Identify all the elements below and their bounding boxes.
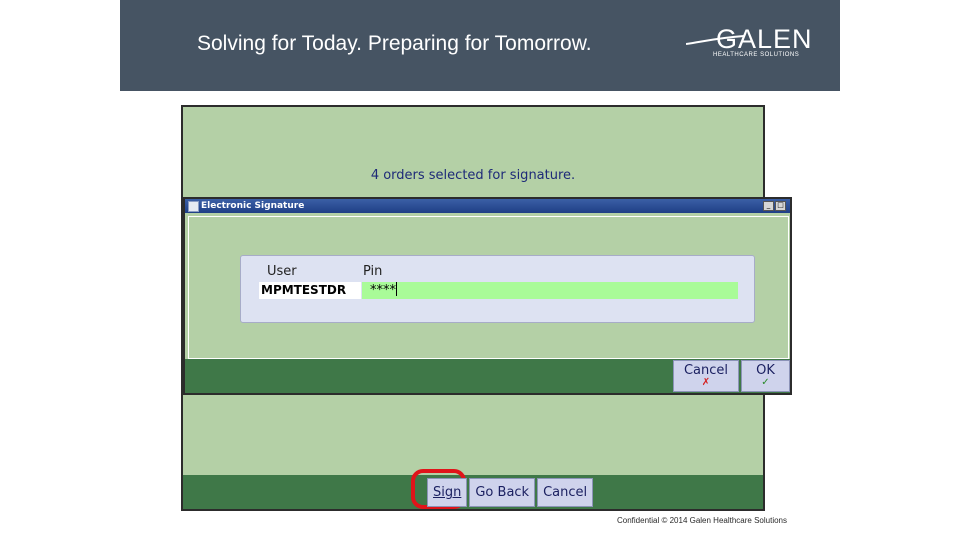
dialog-ok-label: OK	[756, 363, 775, 378]
slide-header: Solving for Today. Preparing for Tomorro…	[120, 0, 840, 91]
confidential-footer: Confidential © 2014 Galen Healthcare Sol…	[617, 516, 787, 525]
orders-selected-message: 4 orders selected for signature.	[370, 168, 576, 183]
dialog-title-bar[interactable]: Electronic Signature _ □	[185, 199, 790, 213]
dialog-cancel-button[interactable]: Cancel ✗	[673, 360, 739, 392]
electronic-signature-dialog: Electronic Signature _ □ User Pin MPMTES…	[183, 197, 792, 395]
app-icon	[188, 201, 199, 212]
pin-column-header: Pin	[363, 264, 383, 279]
user-column-header: User	[267, 264, 297, 279]
text-caret	[396, 282, 397, 296]
dialog-cancel-label: Cancel	[683, 363, 729, 378]
go-back-button-label: Go Back	[475, 485, 530, 500]
sign-button-label: Sign	[433, 485, 462, 500]
galen-logo: GALEN HEALTHCARE SOLUTIONS	[686, 22, 816, 62]
dialog-button-bar: Cancel ✗ OK ✓	[185, 359, 790, 393]
logo-subtext: HEALTHCARE SOLUTIONS	[713, 52, 800, 58]
app-button-group: Sign Go Back Cancel	[427, 478, 595, 507]
x-mark-icon: ✗	[701, 377, 711, 388]
dialog-title: Electronic Signature	[201, 201, 305, 211]
credentials-panel: User Pin MPMTESTDR ****	[240, 255, 755, 323]
cancel-button[interactable]: Cancel	[537, 478, 594, 507]
pin-masked-value: ****	[370, 283, 396, 298]
app-button-bar: Sign Go Back Cancel	[183, 469, 763, 509]
dialog-body: User Pin MPMTESTDR ****	[188, 216, 789, 359]
minimize-icon[interactable]: _	[763, 201, 774, 211]
check-mark-icon: ✓	[761, 377, 770, 388]
cancel-button-label: Cancel	[543, 485, 588, 500]
pin-input[interactable]: ****	[362, 282, 738, 299]
maximize-icon[interactable]: □	[775, 201, 786, 211]
sign-button[interactable]: Sign	[427, 478, 468, 507]
slide-tagline: Solving for Today. Preparing for Tomorro…	[197, 32, 592, 55]
dialog-ok-button[interactable]: OK ✓	[741, 360, 790, 392]
user-value: MPMTESTDR	[259, 282, 361, 299]
logo-wordmark: GALEN	[716, 24, 813, 54]
go-back-button[interactable]: Go Back	[469, 478, 536, 507]
